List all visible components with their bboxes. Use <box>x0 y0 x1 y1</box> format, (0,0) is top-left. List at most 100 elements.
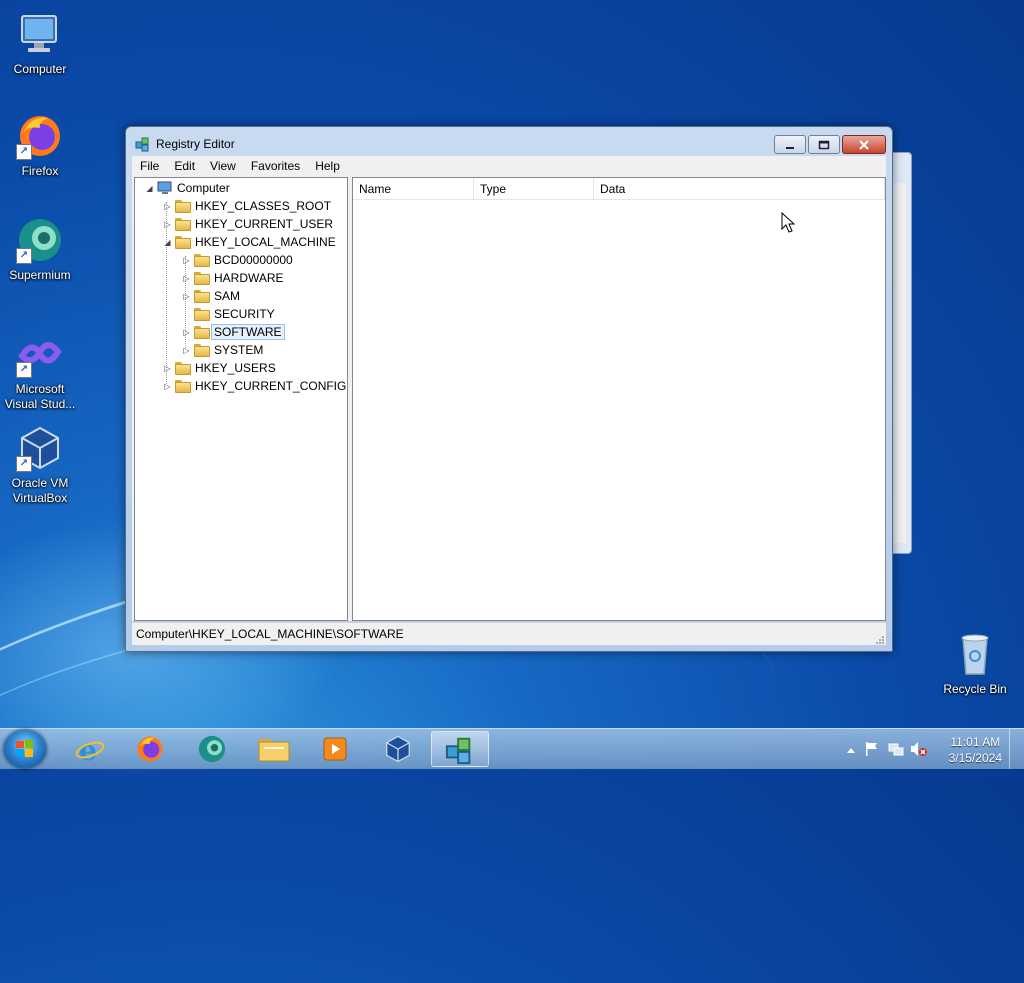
tree-node-bcd[interactable]: ▷ BCD00000000 <box>182 251 292 269</box>
status-path: Computer\HKEY_LOCAL_MACHINE\SOFTWARE <box>136 627 404 641</box>
taskbar-internet-explorer[interactable]: e <box>60 731 118 767</box>
tree-node-hkey-users[interactable]: ▷ HKEY_USERS <box>163 359 275 377</box>
expand-arrow-icon[interactable]: ▷ <box>163 382 172 391</box>
taskbar: e 11:01 AM 3/15/2024 <box>0 728 1024 769</box>
menu-favorites[interactable]: Favorites <box>243 159 307 173</box>
registry-editor-window[interactable]: Registry Editor File Edit View Favorites… <box>125 126 893 652</box>
visual-studio-icon: ↗ <box>16 330 64 378</box>
folder-icon <box>175 379 191 393</box>
menu-view[interactable]: View <box>202 159 243 173</box>
volume-muted-icon[interactable] <box>910 741 928 760</box>
tree-node-hardware[interactable]: ▷ HARDWARE <box>182 269 283 287</box>
expand-arrow-icon[interactable]: ▷ <box>163 202 172 211</box>
background-window-scrollbar[interactable] <box>891 183 906 543</box>
tree-node-system[interactable]: ▷ SYSTEM <box>182 341 263 359</box>
start-button[interactable] <box>4 730 46 768</box>
expand-arrow-icon[interactable]: ▷ <box>163 220 172 229</box>
desktop-icon-supermium[interactable]: ↗ Supermium <box>1 216 79 283</box>
registry-editor-icon <box>445 735 475 768</box>
tree-node-security[interactable]: SECURITY <box>182 305 275 323</box>
tree-node-sam[interactable]: ▷ SAM <box>182 287 240 305</box>
internet-explorer-icon: e <box>75 734 105 767</box>
tree-node-hkey-current-user[interactable]: ▷ HKEY_CURRENT_USER <box>163 215 333 233</box>
taskbar-firefox[interactable] <box>121 731 179 767</box>
show-desktop-button[interactable] <box>1009 729 1024 769</box>
close-icon <box>843 136 885 153</box>
column-header-data[interactable]: Data <box>594 178 885 200</box>
taskbar-supermium[interactable] <box>183 731 241 767</box>
tree-node-hkey-local-machine[interactable]: ◢ HKEY_LOCAL_MACHINE <box>163 233 335 251</box>
menu-edit[interactable]: Edit <box>166 159 202 173</box>
expand-arrow-icon[interactable]: ▷ <box>182 274 191 283</box>
virtualbox-icon: ↗ <box>16 424 64 472</box>
expand-arrow-icon[interactable]: ▷ <box>182 292 191 301</box>
desktop-icon-label: Microsoft Visual Stud... <box>4 382 76 411</box>
taskbar-file-explorer[interactable] <box>245 731 303 767</box>
tree-node-computer[interactable]: ◢ Computer <box>145 179 229 197</box>
action-center-flag-icon[interactable] <box>864 741 880 760</box>
media-player-icon <box>322 736 350 765</box>
desktop-icon-computer[interactable]: Computer <box>1 10 79 77</box>
menu-file[interactable]: File <box>132 159 166 173</box>
collapse-arrow-icon[interactable]: ◢ <box>145 184 154 193</box>
tree-node-hkey-current-config[interactable]: ▷ HKEY_CURRENT_CONFIG <box>163 377 346 395</box>
menu-help[interactable]: Help <box>307 159 347 173</box>
windows-logo-icon <box>16 740 34 761</box>
tree-node-software[interactable]: ▷ SOFTWARE <box>182 323 285 341</box>
show-hidden-icons-arrow-icon[interactable] <box>846 743 856 757</box>
column-header-type[interactable]: Type <box>474 178 594 200</box>
folder-icon <box>175 361 191 375</box>
tree-node-hkey-classes-root[interactable]: ▷ HKEY_CLASSES_ROOT <box>163 197 331 215</box>
expand-arrow-icon[interactable]: ▷ <box>182 256 191 265</box>
desktop-icon-visual-studio[interactable]: ↗ Microsoft Visual Stud... <box>1 330 79 412</box>
folder-icon <box>175 217 191 231</box>
desktop-icon-firefox[interactable]: ↗ Firefox <box>1 112 79 179</box>
recycle-bin-icon <box>951 630 999 678</box>
values-list[interactable]: Name Type Data <box>352 177 886 621</box>
shortcut-arrow-icon: ↗ <box>16 362 32 378</box>
column-header-name[interactable]: Name <box>353 178 474 200</box>
minimize-icon <box>775 136 805 153</box>
clock-time: 11:01 AM <box>950 735 1001 749</box>
folder-icon <box>194 271 210 285</box>
computer-node-icon <box>157 181 173 195</box>
system-tray: 11:01 AM 3/15/2024 <box>834 729 1024 769</box>
maximize-button[interactable] <box>808 135 840 154</box>
expand-arrow-icon[interactable]: ▷ <box>163 364 172 373</box>
taskbar-media-player[interactable] <box>307 731 365 767</box>
registry-tree[interactable]: ◢ Computer ▷ HKEY_CLASSES_ROOT ▷ HKEY_CU… <box>134 177 348 621</box>
folder-icon <box>194 343 210 357</box>
supermium-icon: ↗ <box>16 216 64 264</box>
expand-arrow-icon[interactable]: ▷ <box>182 346 191 355</box>
firefox-icon <box>135 734 165 767</box>
folder-icon <box>194 253 210 267</box>
desktop-icon-label: Computer <box>13 62 67 76</box>
network-icon[interactable] <box>888 741 904 760</box>
shortcut-arrow-icon: ↗ <box>16 248 32 264</box>
folder-icon <box>194 307 210 321</box>
desktop-icon-recycle-bin[interactable]: Recycle Bin <box>936 630 1014 697</box>
clock[interactable]: 11:01 AM 3/15/2024 <box>949 734 1002 766</box>
expand-arrow-icon[interactable]: ▷ <box>182 328 191 337</box>
title-bar[interactable]: Registry Editor <box>126 127 892 157</box>
taskbar-virtualbox[interactable] <box>369 731 427 767</box>
folder-icon <box>194 289 210 303</box>
supermium-icon <box>197 734 227 767</box>
shortcut-arrow-icon: ↗ <box>16 144 32 160</box>
desktop-icon-virtualbox[interactable]: ↗ Oracle VM VirtualBox <box>1 424 79 506</box>
shortcut-arrow-icon: ↗ <box>16 456 32 472</box>
firefox-icon: ↗ <box>16 112 64 160</box>
menu-bar: File Edit View Favorites Help <box>132 156 886 175</box>
resize-grip-icon[interactable] <box>874 633 884 644</box>
window-title: Registry Editor <box>156 137 235 151</box>
collapse-arrow-icon[interactable]: ◢ <box>163 238 172 247</box>
minimize-button[interactable] <box>774 135 806 154</box>
folder-icon <box>194 325 210 339</box>
folder-icon <box>258 736 290 765</box>
taskbar-registry-editor[interactable] <box>431 731 489 767</box>
computer-icon <box>16 10 64 58</box>
svg-text:e: e <box>79 735 97 763</box>
desktop-icon-label: Recycle Bin <box>943 682 1007 696</box>
close-button[interactable] <box>842 135 886 154</box>
status-bar: Computer\HKEY_LOCAL_MACHINE\SOFTWARE <box>132 622 886 645</box>
